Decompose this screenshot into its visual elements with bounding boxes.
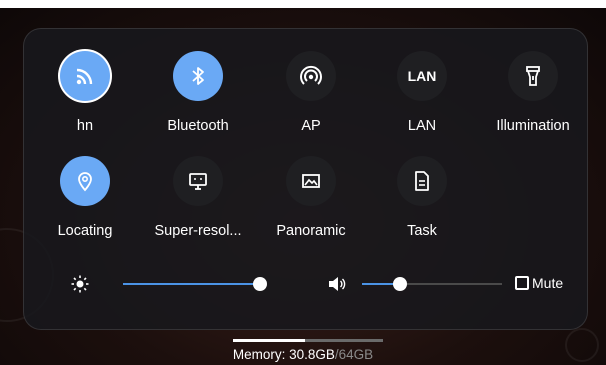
mute-label: Mute: [532, 275, 564, 291]
lan-icon[interactable]: LAN: [397, 51, 447, 101]
tile-task[interactable]: Task: [367, 156, 477, 239]
mute-toggle[interactable]: Mute: [515, 275, 563, 291]
bluetooth-icon[interactable]: [173, 51, 223, 101]
monitor-icon[interactable]: [173, 156, 223, 206]
memory-total: /64GB: [334, 347, 374, 362]
lan-icon-text: LAN: [407, 68, 437, 84]
flashlight-icon[interactable]: [508, 51, 558, 101]
speaker-icon[interactable]: [327, 275, 347, 293]
tile-locating[interactable]: Locating: [30, 156, 140, 239]
memory-usage-bar: [233, 339, 383, 342]
tile-wifi[interactable]: hn: [30, 51, 140, 134]
tile-super-resolution[interactable]: Super-resol...: [143, 156, 253, 239]
mute-checkbox[interactable]: [515, 276, 529, 290]
brightness-slider-fill: [123, 283, 261, 285]
tile-label: hn: [76, 118, 94, 134]
tile-label: Illumination: [496, 118, 570, 134]
tile-panoramic[interactable]: Panoramic: [256, 156, 366, 239]
document-icon[interactable]: [397, 156, 447, 206]
tile-label: Super-resol...: [154, 223, 242, 239]
tile-label: Bluetooth: [167, 118, 229, 134]
panorama-icon[interactable]: [286, 156, 336, 206]
brightness-slider[interactable]: [123, 277, 268, 291]
memory-used: 30.8GB: [289, 347, 335, 362]
tile-label: Locating: [57, 223, 113, 239]
hotspot-icon[interactable]: [286, 51, 336, 101]
tile-label: Panoramic: [276, 223, 346, 239]
tile-label: Task: [407, 223, 437, 239]
memory-prefix: Memory:: [232, 347, 290, 362]
volume-slider[interactable]: [362, 277, 502, 291]
tile-bluetooth[interactable]: Bluetooth: [143, 51, 253, 134]
volume-slider-thumb[interactable]: [392, 277, 407, 291]
brightness-icon: [71, 275, 89, 293]
memory-usage-fill: [233, 339, 305, 342]
tile-label: LAN: [407, 118, 437, 134]
wifi-icon[interactable]: [60, 51, 110, 101]
tile-label: AP: [301, 118, 321, 134]
location-icon[interactable]: [60, 156, 110, 206]
tile-illumination[interactable]: Illumination: [478, 51, 588, 134]
tile-ap[interactable]: AP: [256, 51, 366, 134]
tile-lan[interactable]: LAN LAN: [367, 51, 477, 134]
memory-usage-text: Memory: 30.8GB/64GB: [0, 347, 606, 362]
